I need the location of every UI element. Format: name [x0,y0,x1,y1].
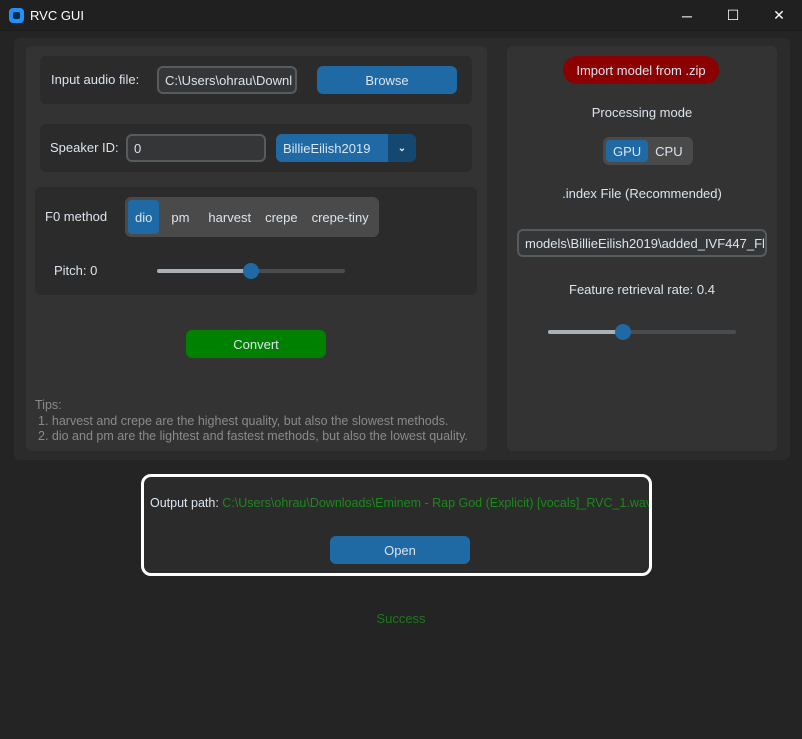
output-path-value: C:\Users\ohrau\Downloads\Eminem - Rap Go… [222,496,652,510]
title-bar: RVC GUI ─ ☐ ✕ [0,0,802,31]
input-audio-label: Input audio file: [51,72,140,87]
pitch-slider[interactable] [157,263,345,279]
feature-retrieval-rate-label: Feature retrieval rate: 0.4 [569,282,715,297]
f0-option-pm[interactable]: pm [159,200,201,234]
browse-button[interactable]: Browse [317,66,457,94]
index-file-field[interactable]: models\BillieEilish2019\added_IVF447_Fla [517,229,767,257]
feature-retrieval-rate-slider[interactable] [548,324,736,340]
index-file-label: .index File (Recommended) [562,186,722,201]
model-dropdown[interactable]: BillieEilish2019 ⌄ [276,134,416,162]
tips-title: Tips: [35,398,62,412]
speaker-id-label: Speaker ID: [50,140,119,155]
tip-line: 2. dio and pm are the lightest and faste… [38,429,468,443]
minimize-button[interactable]: ─ [664,0,710,31]
f0-option-dio[interactable]: dio [128,200,160,234]
open-button[interactable]: Open [330,536,470,564]
input-audio-field[interactable]: C:\Users\ohrau\Downl [157,66,297,94]
f0-option-harvest[interactable]: harvest [201,200,258,234]
maximize-button[interactable]: ☐ [710,0,756,31]
tip-line: 1. harvest and crepe are the highest qua… [38,413,449,428]
output-path-row: Output path: C:\Users\ohrau\Downloads\Em… [150,496,652,510]
f0-option-crepe[interactable]: crepe [258,200,305,234]
convert-button[interactable]: Convert [186,330,326,358]
output-path-label: Output path: [150,496,219,510]
processing-mode-selector: GPU CPU [603,137,693,165]
status-text: Success [376,611,426,626]
pitch-label: Pitch: 0 [54,263,98,278]
close-button[interactable]: ✕ [756,0,802,31]
processing-mode-label: Processing mode [591,105,693,120]
pitch-slider-fill [157,269,251,273]
tips: Tips: 1. harvest and crepe are the highe… [35,398,468,445]
import-model-button[interactable]: Import model from .zip [563,56,719,84]
pitch-slider-handle[interactable] [243,263,259,279]
window-title: RVC GUI [30,8,84,23]
chevron-down-icon[interactable]: ⌄ [388,134,416,162]
model-dropdown-value: BillieEilish2019 [283,140,371,156]
f0-option-crepe-tiny[interactable]: crepe-tiny [305,200,376,234]
mode-option-gpu[interactable]: GPU [606,140,649,162]
output-section: Output path: C:\Users\ohrau\Downloads\Em… [141,474,652,576]
f0-method-selector: dio pm harvest crepe crepe-tiny [125,197,379,237]
speaker-id-field[interactable]: 0 [126,134,266,162]
rate-slider-fill [548,330,624,334]
f0-method-label: F0 method [45,209,108,224]
app-icon [9,8,24,23]
mode-option-cpu[interactable]: CPU [648,140,689,162]
